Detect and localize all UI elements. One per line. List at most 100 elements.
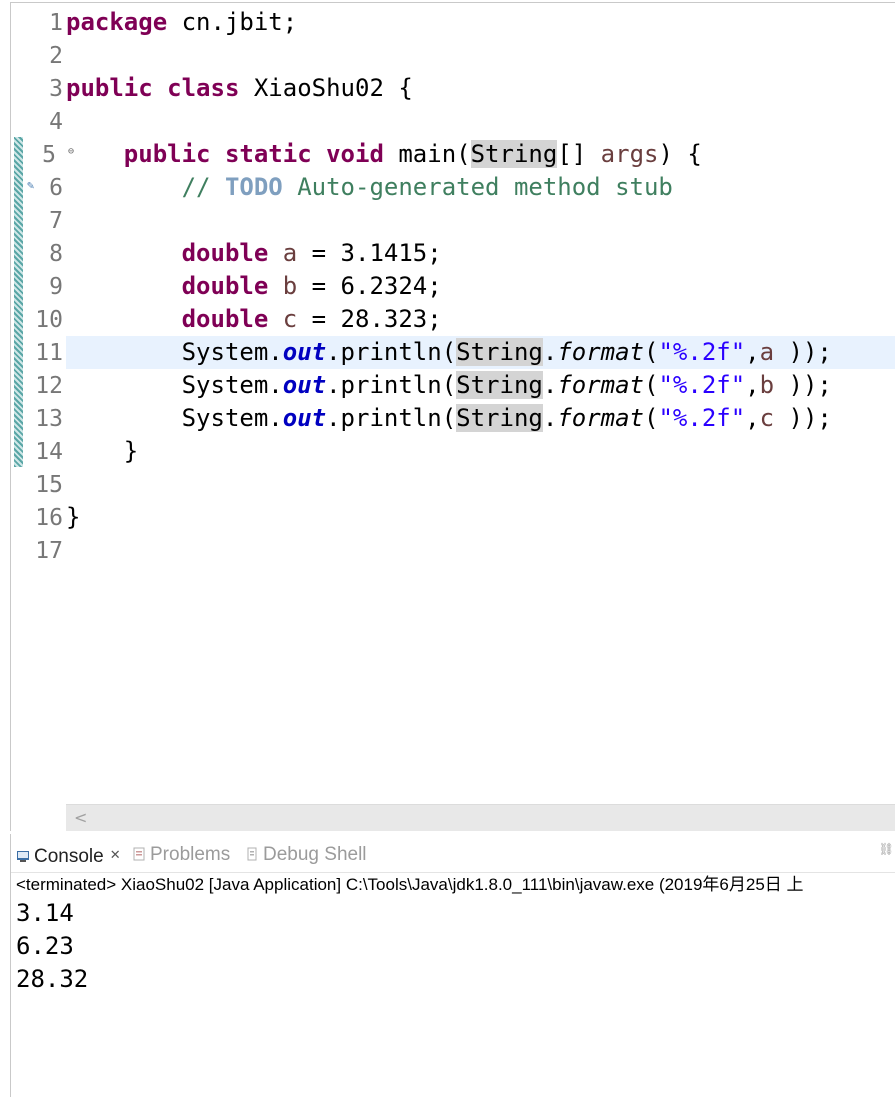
line-number: 5 <box>42 142 56 168</box>
change-annotation-marker[interactable] <box>14 137 23 467</box>
line-number: 9 <box>49 274 63 300</box>
debug-shell-icon <box>245 845 259 861</box>
closing-brace: } <box>66 503 81 531</box>
closing-brace: } <box>123 437 139 465</box>
line-number: 1 <box>49 10 63 36</box>
code-line-1[interactable]: package cn.jbit; <box>66 6 895 39</box>
code-text: System. <box>181 371 283 399</box>
keyword: static <box>224 140 312 168</box>
code-text: .println( <box>326 371 457 399</box>
string-literal: "%.2f" <box>658 371 746 399</box>
code-text: , <box>745 371 760 399</box>
comment: Auto-generated method stub <box>282 173 673 201</box>
keyword: double <box>181 305 269 333</box>
code-text: ( <box>644 338 659 366</box>
code-text: , <box>745 404 760 432</box>
type-reference: String <box>470 140 558 168</box>
code-line-3[interactable]: public class XiaoShu02 { <box>66 72 895 105</box>
code-text: [] <box>557 140 601 168</box>
code-text: )); <box>774 371 832 399</box>
line-number: 12 <box>35 373 63 399</box>
view-menu-icon[interactable]: ⛓ <box>879 842 894 856</box>
code-line-8[interactable]: double a = 3.1415; <box>66 237 895 270</box>
line-number: 8 <box>49 241 63 267</box>
line-number: 3 <box>49 76 63 102</box>
console-view[interactable]: Console ✕ Problems Debug Shell ⛓ <termina… <box>10 834 895 1097</box>
line-number: 15 <box>35 472 63 498</box>
code-line-6[interactable]: // TODO Auto-generated method stub <box>66 171 895 204</box>
line-number: 14 <box>35 439 63 465</box>
static-method: format <box>557 404 645 432</box>
code-line-14[interactable]: } <box>66 435 895 468</box>
annotation-ruler <box>11 3 23 803</box>
comment: // <box>181 173 225 201</box>
keyword: double <box>181 239 269 267</box>
code-text: . <box>542 404 558 432</box>
type-reference: String <box>456 338 543 366</box>
line-number: 17 <box>35 538 63 564</box>
code-line-9[interactable]: double b = 6.2324; <box>66 270 895 303</box>
code-text: . <box>542 371 558 399</box>
type-reference: String <box>456 371 543 399</box>
local-variable: a <box>759 338 775 366</box>
code-line-5[interactable]: public static void main(String[] args) { <box>66 138 895 171</box>
tab-label: Problems <box>150 844 231 865</box>
code-text: = 3.1415; <box>297 239 442 267</box>
output-line: 28.32 <box>16 965 89 993</box>
code-text: .println( <box>326 404 457 432</box>
local-variable: b <box>759 371 775 399</box>
line-number: 11 <box>35 340 63 366</box>
code-text-area[interactable]: package cn.jbit; public class XiaoShu02 … <box>66 3 895 803</box>
keyword: package <box>66 8 168 36</box>
task-marker-icon[interactable]: ✎ <box>27 179 34 191</box>
code-text: System. <box>181 404 283 432</box>
code-text: ) { <box>658 140 702 168</box>
todo-tag: TODO <box>224 173 283 201</box>
problems-icon <box>132 845 146 861</box>
tab-problems[interactable]: Problems <box>132 844 230 866</box>
static-field: out <box>282 371 327 399</box>
keyword: public <box>66 74 153 102</box>
tab-debug-shell[interactable]: Debug Shell <box>245 844 367 866</box>
code-line-10[interactable]: double c = 28.323; <box>66 303 895 336</box>
scroll-left-arrow-icon[interactable]: < <box>74 805 87 831</box>
local-variable: c <box>759 404 775 432</box>
static-field: out <box>282 338 327 366</box>
code-text: . <box>542 338 558 366</box>
console-status: <terminated> XiaoShu02 [Java Application… <box>16 875 804 894</box>
code-text: = 28.323; <box>297 305 442 333</box>
type-reference: String <box>456 404 543 432</box>
code-line-11-current[interactable]: System.out.println(String.format("%.2f",… <box>66 336 895 369</box>
local-variable: b <box>282 272 298 300</box>
class-name: XiaoShu02 { <box>239 74 413 102</box>
keyword: class <box>167 74 240 102</box>
code-text: )); <box>774 338 832 366</box>
code-text: )); <box>774 404 832 432</box>
line-number: 2 <box>49 43 63 69</box>
horizontal-scrollbar[interactable]: < <box>66 804 895 831</box>
code-text: System. <box>181 338 283 366</box>
static-method: format <box>557 371 645 399</box>
code-line-16[interactable]: } <box>66 501 895 534</box>
keyword: double <box>181 272 269 300</box>
code-line-13[interactable]: System.out.println(String.format("%.2f",… <box>66 402 895 435</box>
tab-label: Console <box>34 846 104 867</box>
static-field: out <box>282 404 327 432</box>
keyword: public <box>123 140 211 168</box>
line-number: 16 <box>35 505 63 531</box>
close-icon[interactable]: ✕ <box>110 847 121 862</box>
code-editor[interactable]: 1 2 3 4 5 ⊖ 6 ✎ 7 8 9 10 11 12 13 14 15 … <box>10 2 895 831</box>
line-number: 4 <box>49 109 63 135</box>
keyword: void <box>326 140 384 168</box>
tab-console[interactable]: Console ✕ <box>16 844 121 867</box>
line-number-gutter[interactable]: 1 2 3 4 5 ⊖ 6 ✎ 7 8 9 10 11 12 13 14 15 … <box>23 3 74 803</box>
local-variable: c <box>282 305 298 333</box>
local-variable: a <box>282 239 298 267</box>
line-number: 13 <box>35 406 63 432</box>
code-text: = 6.2324; <box>297 272 442 300</box>
code-line-12[interactable]: System.out.println(String.format("%.2f",… <box>66 369 895 402</box>
console-output[interactable]: 3.14 6.23 28.32 <box>16 897 88 996</box>
code-text: ( <box>644 404 659 432</box>
package-name: cn.jbit; <box>167 8 298 36</box>
parameter: args <box>600 140 659 168</box>
